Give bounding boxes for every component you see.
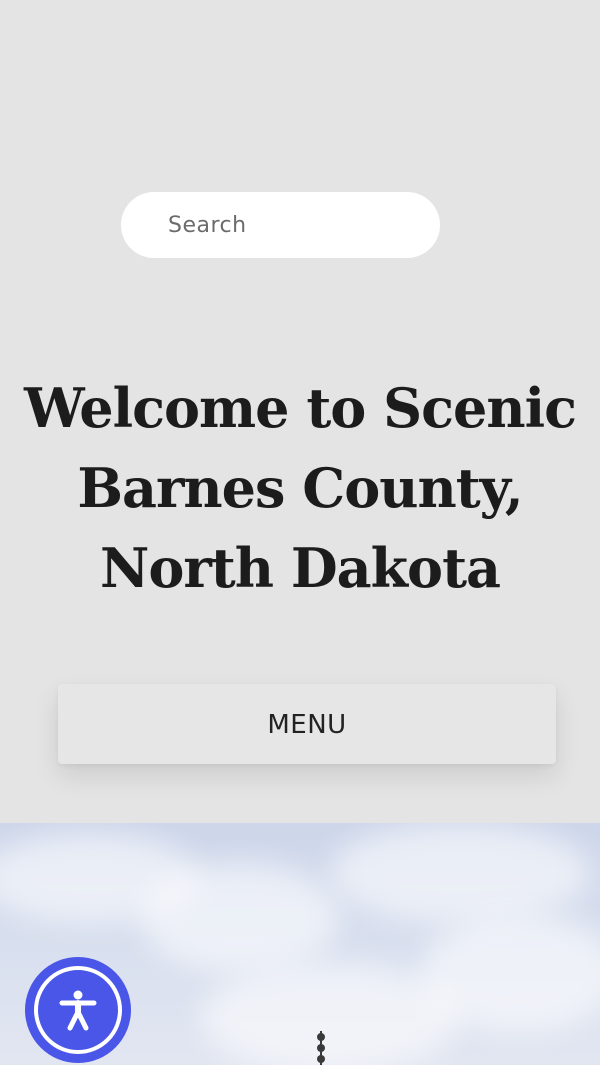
page: Welcome to Scenic Barnes County, North D… [0, 0, 600, 1065]
search-box[interactable] [121, 192, 440, 258]
search-input[interactable] [168, 192, 418, 258]
menu-label: MENU [267, 709, 347, 740]
accessibility-button[interactable] [25, 957, 131, 1063]
menu-button[interactable]: MENU [58, 684, 556, 764]
accessibility-person-icon [59, 990, 97, 1031]
page-title: Welcome to Scenic Barnes County, North D… [24, 376, 577, 600]
tower-silhouette [316, 1031, 326, 1065]
